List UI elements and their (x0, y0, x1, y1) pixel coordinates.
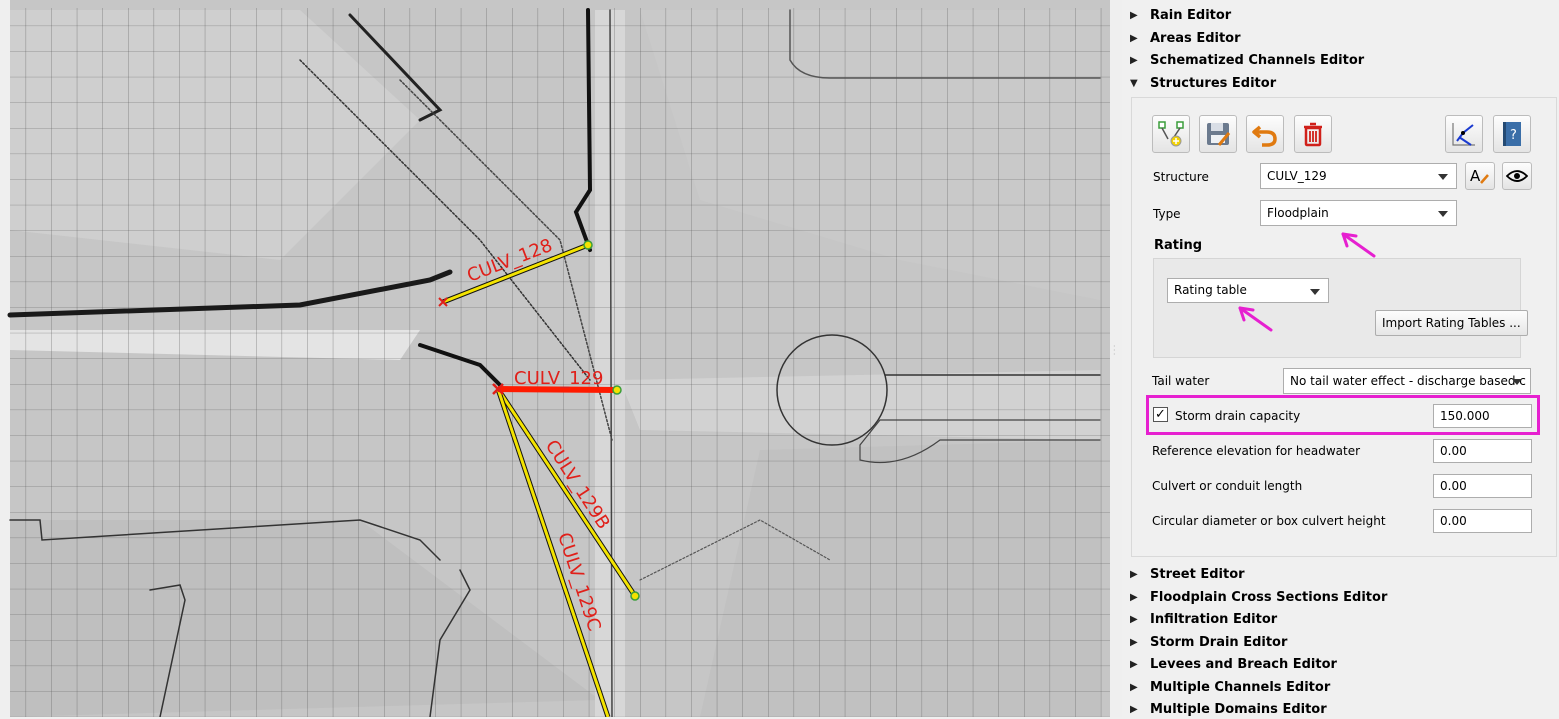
tail-water-label: Tail water (1152, 374, 1210, 388)
section-infiltration-editor[interactable]: ▶ Infiltration Editor (1130, 609, 1277, 629)
type-select[interactable]: Floodplain (1260, 200, 1457, 226)
schematize-button[interactable] (1445, 115, 1483, 153)
map-left-margin (0, 0, 10, 717)
svg-text:?: ? (1510, 128, 1517, 143)
section-street-editor[interactable]: ▶ Street Editor (1130, 564, 1245, 584)
collapse-arrow-icon: ▼ (1130, 77, 1138, 89)
rating-select-value: Rating table (1174, 283, 1247, 297)
culvert-label-culv129: CULV_129 (514, 368, 603, 389)
map-canvas[interactable]: CULV_128 CULV_129 CULV_129B CULV_129C (0, 0, 1110, 717)
section-schematized-channels-editor[interactable]: ▶ Schematized Channels Editor (1130, 50, 1364, 70)
section-rain-editor[interactable]: ▶ Rain Editor (1130, 5, 1231, 25)
expand-arrow-icon: ▶ (1130, 636, 1138, 648)
section-structures-editor[interactable]: ▼ Structures Editor (1130, 73, 1276, 93)
delete-button[interactable] (1294, 115, 1332, 153)
help-button[interactable]: ? (1493, 115, 1531, 153)
expand-arrow-icon: ▶ (1130, 9, 1138, 21)
undo-button[interactable] (1246, 115, 1284, 153)
flo2d-editor-panel: ▶ Rain Editor ▶ Areas Editor ▶ Schematiz… (1122, 0, 1559, 717)
section-label: Floodplain Cross Sections Editor (1150, 589, 1388, 605)
section-multiple-domains-editor[interactable]: ▶ Multiple Domains Editor (1130, 699, 1327, 719)
help-book-icon: ? (1503, 122, 1521, 146)
splitter-grip-icon: · · · (1113, 342, 1116, 359)
rating-group: Rating table Import Rating Tables ... (1153, 258, 1528, 358)
map-grid (10, 8, 1110, 717)
expand-arrow-icon: ▶ (1130, 54, 1138, 66)
undo-icon (1252, 125, 1277, 147)
chevron-down-icon (1438, 211, 1448, 217)
structure-label: Structure (1153, 170, 1209, 184)
section-levees-breach-editor[interactable]: ▶ Levees and Breach Editor (1130, 654, 1337, 674)
rating-heading: Rating (1154, 238, 1203, 253)
expand-arrow-icon: ▶ (1130, 703, 1138, 715)
culvert-outlet-node[interactable] (583, 240, 593, 250)
section-label: Multiple Channels Editor (1150, 679, 1331, 695)
chevron-down-icon (1310, 289, 1320, 295)
section-label: Structures Editor (1150, 75, 1277, 91)
chevron-down-icon (1512, 379, 1522, 385)
save-icon (1207, 123, 1231, 146)
rating-select[interactable]: Rating table (1167, 278, 1329, 303)
import-rating-tables-button[interactable]: Import Rating Tables ... (1375, 310, 1528, 336)
rename-structure-button[interactable]: A (1465, 162, 1495, 190)
rename-icon: A (1470, 167, 1489, 185)
culvert-outlet-node[interactable] (612, 385, 622, 395)
expand-arrow-icon: ▶ (1130, 613, 1138, 625)
show-structure-button[interactable] (1502, 162, 1532, 190)
schematize-icon (1452, 123, 1475, 146)
section-multiple-channels-editor[interactable]: ▶ Multiple Channels Editor (1130, 677, 1330, 697)
chevron-down-icon (1438, 174, 1448, 180)
section-label: Multiple Domains Editor (1150, 701, 1327, 717)
ref-elevation-label: Reference elevation for headwater (1152, 444, 1361, 458)
section-label: Rain Editor (1150, 7, 1232, 23)
tail-water-select[interactable]: No tail water effect - discharge based c (1283, 368, 1531, 394)
culvert-culv129-selected[interactable] (497, 386, 618, 393)
section-floodplain-cross-sections-editor[interactable]: ▶ Floodplain Cross Sections Editor (1130, 587, 1387, 607)
expand-arrow-icon: ▶ (1130, 32, 1138, 44)
structure-select[interactable]: CULV_129 (1260, 163, 1457, 189)
expand-arrow-icon: ▶ (1130, 681, 1138, 693)
type-select-value: Floodplain (1267, 206, 1329, 220)
section-label: Infiltration Editor (1150, 611, 1278, 627)
expand-arrow-icon: ▶ (1130, 658, 1138, 670)
tail-water-select-value: No tail water effect - discharge based c (1290, 374, 1526, 388)
section-label: Storm Drain Editor (1150, 634, 1288, 650)
section-label: Areas Editor (1150, 30, 1241, 46)
delete-icon (1304, 122, 1322, 147)
section-label: Street Editor (1150, 566, 1245, 582)
add-structure-button[interactable] (1152, 115, 1190, 153)
diameter-label: Circular diameter or box culvert height (1152, 514, 1386, 528)
section-label: Levees and Breach Editor (1150, 656, 1337, 672)
section-storm-drain-editor[interactable]: ▶ Storm Drain Editor (1130, 632, 1287, 652)
structure-select-value: CULV_129 (1267, 169, 1327, 183)
save-button[interactable] (1199, 115, 1237, 153)
diameter-input[interactable]: 0.00 (1433, 509, 1532, 533)
eye-icon (1506, 170, 1528, 182)
svg-text:A: A (1470, 167, 1481, 185)
type-label: Type (1153, 207, 1181, 221)
culvert-outlet-node[interactable] (630, 591, 640, 601)
section-label: Schematized Channels Editor (1150, 52, 1365, 68)
storm-drain-highlight-box (1146, 395, 1540, 435)
add-structure-icon (1158, 121, 1184, 147)
expand-arrow-icon: ▶ (1130, 568, 1138, 580)
expand-arrow-icon: ▶ (1130, 591, 1138, 603)
culvert-length-input[interactable]: 0.00 (1433, 474, 1532, 498)
ref-elevation-input[interactable]: 0.00 (1433, 439, 1532, 463)
panel-splitter[interactable]: · · · (1110, 0, 1122, 717)
section-areas-editor[interactable]: ▶ Areas Editor (1130, 28, 1241, 48)
culvert-length-label: Culvert or conduit length (1152, 479, 1303, 493)
